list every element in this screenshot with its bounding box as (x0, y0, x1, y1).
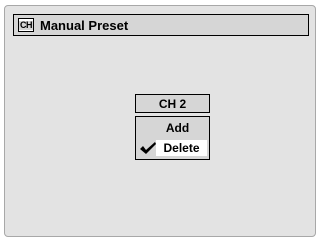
menu-item-add[interactable]: Add (136, 119, 209, 137)
title-bar: CH Manual Preset (13, 14, 309, 36)
menu-item-delete[interactable]: Delete (136, 139, 209, 157)
preset-menu: Add Delete (135, 116, 210, 160)
checkmark-icon (140, 142, 156, 154)
channel-number: CH 2 (135, 94, 210, 113)
channel-icon-text: CH (19, 19, 33, 30)
menu-item-add-label: Add (165, 121, 190, 135)
page-title: Manual Preset (40, 17, 129, 33)
channel-icon: CH (18, 18, 34, 32)
osd-screen: CH Manual Preset CH 2 Add Delete (4, 5, 316, 237)
menu-item-delete-label: Delete (156, 140, 207, 156)
